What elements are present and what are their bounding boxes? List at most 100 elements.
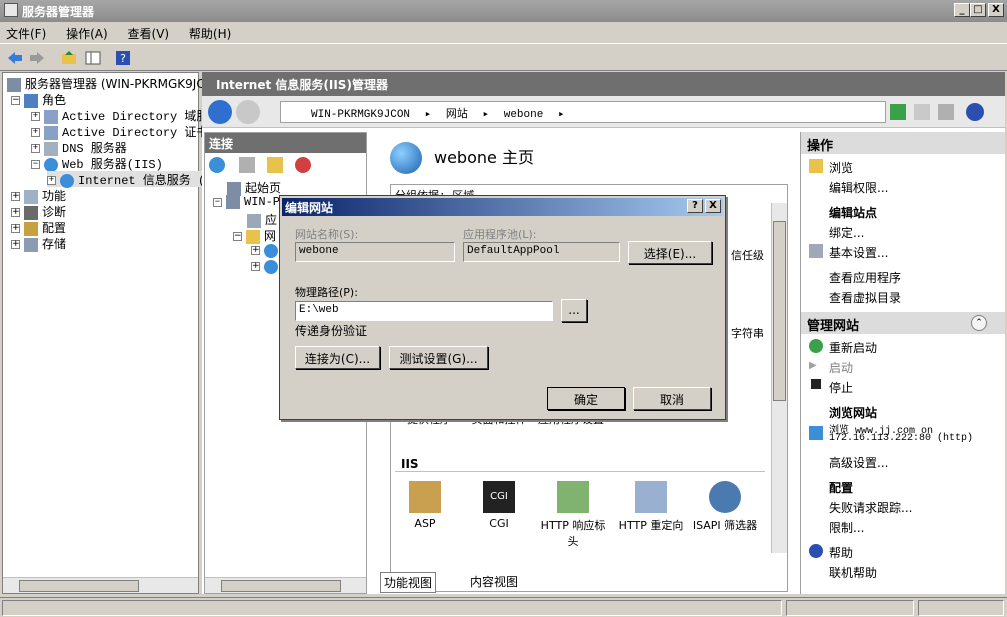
feature-asp[interactable]: ASP	[391, 481, 459, 530]
expand-icon[interactable]: +	[47, 176, 56, 186]
browse-path-button[interactable]: ...	[561, 299, 587, 322]
help-menu-icon[interactable]	[966, 103, 984, 121]
forward-icon[interactable]	[28, 49, 46, 67]
action-online-help[interactable]: 联机帮助	[829, 564, 877, 581]
feature-conn-strings[interactable]: 字符串	[731, 325, 764, 341]
action-help[interactable]: 帮助	[829, 544, 853, 561]
home-icon[interactable]	[938, 104, 954, 120]
tree-item-diagnostics[interactable]: + 诊断	[11, 203, 66, 220]
action-basic-settings[interactable]: 基本设置...	[829, 244, 888, 261]
ok-button[interactable]: 确定	[547, 387, 625, 410]
action-view-vdirs[interactable]: 查看虚拟目录	[829, 289, 901, 306]
expand-icon[interactable]: +	[11, 240, 20, 249]
view-tabs: 功能视图 内容视图	[380, 568, 800, 593]
disconnect-icon[interactable]	[295, 157, 311, 173]
conn-app-pools[interactable]: 应	[247, 211, 277, 228]
action-browse[interactable]: 浏览	[829, 159, 853, 176]
feature-trust-level[interactable]: 信任级	[731, 247, 764, 263]
feature-cgi[interactable]: CGI CGI	[465, 481, 533, 530]
action-bindings[interactable]: 绑定...	[829, 224, 864, 241]
connect-as-button[interactable]: 连接为(C)...	[295, 346, 380, 369]
window-titlebar: 服务器管理器 _ □ X	[0, 0, 1007, 22]
tree-item-ad-domain[interactable]: + Active Directory 域服务	[31, 107, 220, 124]
feature-http-headers[interactable]: HTTP 响应标头	[539, 481, 607, 549]
expand-icon[interactable]: +	[31, 128, 40, 138]
test-settings-button[interactable]: 测试设置(G)...	[389, 346, 488, 369]
globe-icon	[44, 157, 58, 172]
conn-site-2[interactable]: +	[251, 259, 282, 275]
expand-icon[interactable]: +	[11, 224, 20, 233]
stop-icon[interactable]	[914, 104, 930, 120]
action-stop[interactable]: 停止	[829, 379, 853, 396]
tree-item-root[interactable]: 服务器管理器 (WIN-PKRMGK9JCON	[7, 75, 223, 92]
menu-view[interactable]: 查看(V)	[128, 27, 170, 41]
conn-start-page[interactable]: 起始页	[227, 179, 281, 196]
action-limits[interactable]: 限制...	[829, 519, 864, 536]
conn-server[interactable]: − WIN-PI	[213, 195, 287, 211]
breadcrumb[interactable]: WIN-PKRMGK9JCON ▸ 网站 ▸ webone ▸	[280, 101, 886, 123]
up-folder-icon[interactable]	[60, 49, 78, 67]
expand-icon[interactable]: +	[11, 208, 20, 217]
start-icon: ▶	[809, 360, 817, 371]
collapse-section-icon[interactable]: ⌃	[971, 315, 987, 331]
tab-features-view[interactable]: 功能视图	[380, 572, 437, 593]
diagnostics-icon	[24, 205, 38, 220]
feature-isapi-filters[interactable]: ISAPI 筛选器	[691, 481, 759, 533]
action-restart[interactable]: 重新启动	[829, 339, 877, 356]
up-icon[interactable]	[267, 157, 283, 173]
conn-sites[interactable]: − 网	[233, 227, 276, 244]
expand-icon[interactable]: +	[11, 192, 20, 201]
http-headers-icon	[557, 481, 589, 513]
tree-item-iis-manager[interactable]: + Internet 信息服务 (I	[47, 171, 219, 188]
tree-item-features[interactable]: + 功能	[11, 187, 66, 204]
action-browse-link-2[interactable]: 172.16.113.222:80 (http)	[829, 433, 973, 444]
expand-icon[interactable]: +	[31, 112, 40, 122]
conn-scrollbar[interactable]	[205, 577, 366, 593]
action-failed-request-tracing[interactable]: 失败请求跟踪...	[829, 499, 912, 516]
help-icon[interactable]: ?	[114, 49, 132, 67]
back-icon[interactable]	[6, 49, 24, 67]
action-edit-permissions[interactable]: 编辑权限...	[829, 179, 888, 196]
connections-toolbar	[209, 157, 359, 173]
expand-icon[interactable]: +	[31, 144, 40, 154]
cancel-button[interactable]: 取消	[633, 387, 711, 410]
dialog-help-button[interactable]: ?	[687, 199, 703, 213]
close-button[interactable]: X	[988, 3, 1004, 17]
collapse-icon[interactable]: −	[31, 160, 40, 170]
action-view-apps[interactable]: 查看应用程序	[829, 269, 901, 286]
tree-item-roles[interactable]: − 角色	[11, 91, 66, 108]
select-pool-button[interactable]: 选择(E)...	[628, 241, 712, 264]
dialog-close-button[interactable]: X	[705, 199, 721, 213]
tab-content-view[interactable]: 内容视图	[470, 573, 518, 590]
svg-text:?: ?	[120, 52, 126, 65]
tree-item-storage[interactable]: + 存储	[11, 235, 66, 252]
breadcrumb-site[interactable]: webone	[504, 109, 544, 121]
tree-item-ad-cert[interactable]: + Active Directory 证书服	[31, 123, 220, 140]
menu-help[interactable]: 帮助(H)	[189, 27, 231, 41]
minimize-button[interactable]: _	[954, 3, 970, 17]
conn-site-1[interactable]: +	[251, 243, 282, 259]
breadcrumb-sites[interactable]: 网站	[446, 109, 468, 121]
feature-http-redirect[interactable]: HTTP 重定向	[617, 481, 685, 533]
connect-icon[interactable]	[209, 157, 225, 173]
nav-forward-icon[interactable]	[236, 100, 260, 124]
menu-action[interactable]: 操作(A)	[66, 27, 108, 41]
vertical-scrollbar[interactable]	[771, 203, 787, 553]
app-pool-label: 应用程序池(L):	[463, 228, 537, 241]
maximize-button[interactable]: □	[970, 3, 986, 17]
show-hide-tree-icon[interactable]	[84, 49, 102, 67]
horizontal-scrollbar[interactable]	[3, 577, 198, 593]
collapse-icon[interactable]: −	[11, 96, 20, 105]
restart-icon	[809, 339, 823, 353]
tree-item-config[interactable]: + 配置	[11, 219, 66, 236]
refresh-icon[interactable]	[890, 104, 906, 120]
roles-icon	[24, 93, 38, 108]
ad-domain-icon	[44, 109, 58, 124]
tree-item-dns[interactable]: + DNS 服务器	[31, 139, 127, 156]
action-advanced-settings[interactable]: 高级设置...	[829, 454, 888, 471]
save-icon[interactable]	[239, 157, 255, 173]
menu-file[interactable]: 文件(F)	[6, 27, 46, 41]
physical-path-input[interactable]: E:\web	[295, 301, 553, 321]
tree-item-web[interactable]: − Web 服务器(IIS)	[31, 155, 163, 172]
breadcrumb-server[interactable]: WIN-PKRMGK9JCON	[311, 109, 410, 121]
